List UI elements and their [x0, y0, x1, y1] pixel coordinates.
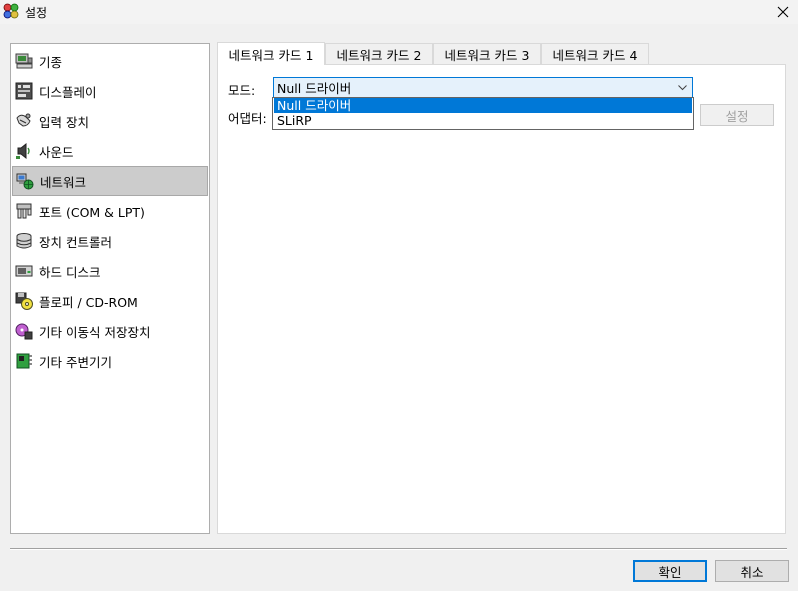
tab-network-card-1[interactable]: 네트워크 카드 1 [217, 42, 325, 65]
display-icon [15, 82, 33, 100]
sidebar-item-label: 디스플레이 [39, 84, 97, 100]
cancel-button[interactable]: 취소 [715, 560, 789, 582]
title-bar: 설정 [0, 0, 798, 24]
mode-select-value: Null 드라이버 [277, 81, 352, 96]
sidebar-item-peripherals[interactable]: 기타 주변기기 [12, 346, 208, 376]
window-title: 설정 [25, 6, 48, 20]
sidebar-item-storage-controllers[interactable]: 장치 컨트롤러 [12, 226, 208, 256]
tab-network-card-4[interactable]: 네트워크 카드 4 [541, 43, 649, 65]
floppy-cdrom-icon [15, 292, 33, 310]
sidebar-item-ports[interactable]: 포트 (COM & LPT) [12, 196, 208, 226]
tab-panel [217, 64, 786, 534]
ports-icon [16, 203, 32, 219]
peripherals-icon [16, 353, 32, 369]
sidebar-item-label: 기타 이동식 저장장치 [39, 324, 151, 340]
sidebar-item-label: 플로피 / CD-ROM [39, 294, 138, 310]
footer-separator [10, 548, 787, 550]
mode-option[interactable]: SLiRP [274, 113, 692, 128]
sidebar-item-label: 사운드 [39, 144, 74, 160]
sidebar-item-label: 장치 컨트롤러 [39, 234, 112, 250]
mode-option[interactable]: Null 드라이버 [274, 98, 692, 113]
ok-button[interactable]: 확인 [633, 560, 707, 582]
sidebar-item-display[interactable]: 디스플레이 [12, 76, 208, 106]
chevron-down-icon [678, 85, 687, 91]
configure-button[interactable]: 설정 [700, 104, 774, 126]
mode-label: 모드: [228, 83, 256, 98]
sidebar-item-input-devices[interactable]: 입력 장치 [12, 106, 208, 136]
sidebar-item-floppy-cdrom[interactable]: 플로피 / CD-ROM [12, 286, 208, 316]
adapter-label: 어댑터: [228, 111, 267, 126]
sidebar-item-removable-storage[interactable]: 기타 이동식 저장장치 [12, 316, 208, 346]
settings-window: 설정 기종 디스플레이 입력 장치 사운드 네트워크 포트 (COM & LPT… [0, 0, 798, 591]
category-list[interactable]: 기종 디스플레이 입력 장치 사운드 네트워크 포트 (COM & LPT) 장… [10, 43, 210, 534]
network-icon [16, 173, 34, 190]
tab-network-card-3[interactable]: 네트워크 카드 3 [433, 43, 541, 65]
sidebar-item-machine[interactable]: 기종 [12, 46, 208, 76]
storage-controllers-icon [16, 233, 32, 249]
mode-select[interactable]: Null 드라이버 [273, 77, 693, 98]
sound-icon [16, 142, 30, 160]
sidebar-item-label: 네트워크 [40, 174, 87, 190]
removable-storage-icon [15, 323, 33, 340]
sidebar-item-label: 기종 [39, 54, 63, 70]
mode-dropdown-list[interactable]: Null 드라이버 SLiRP [272, 97, 694, 130]
close-icon [777, 6, 789, 18]
hard-disk-icon [15, 265, 33, 277]
input-devices-icon [16, 113, 31, 127]
sidebar-item-label: 포트 (COM & LPT) [39, 204, 145, 220]
sidebar-item-label: 하드 디스크 [39, 264, 101, 280]
close-button[interactable] [768, 0, 798, 24]
tab-network-card-2[interactable]: 네트워크 카드 2 [325, 43, 433, 65]
sidebar-item-network[interactable]: 네트워크 [12, 166, 208, 196]
sidebar-item-label: 입력 장치 [39, 114, 89, 130]
sidebar-item-label: 기타 주변기기 [39, 354, 112, 370]
machine-icon [15, 53, 33, 69]
sidebar-item-sound[interactable]: 사운드 [12, 136, 208, 166]
sidebar-item-hard-disk[interactable]: 하드 디스크 [12, 256, 208, 286]
app-icon [3, 3, 19, 19]
